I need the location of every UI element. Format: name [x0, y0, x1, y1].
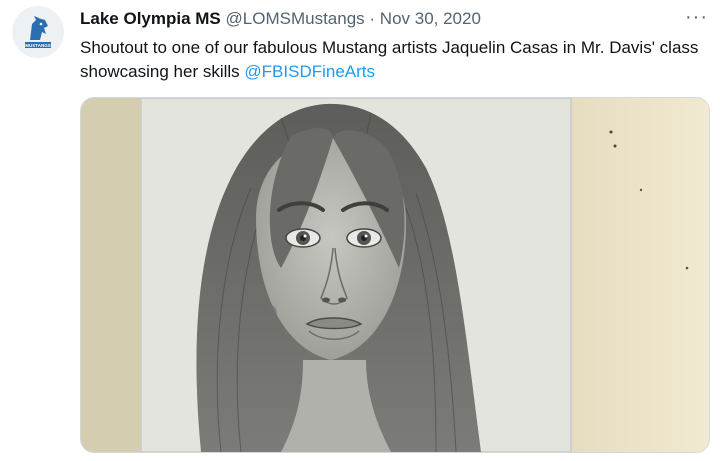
author-handle[interactable]: @LOMSMustangs	[226, 9, 365, 28]
pencil-portrait-drawing-icon	[81, 98, 709, 452]
tweet-body: Shoutout to one of our fabulous Mustang …	[80, 38, 699, 81]
mention-link[interactable]: @FBISDFineArts	[244, 62, 375, 81]
tweet-card[interactable]: MUSTANGS Lake Olympia MS @LOMSMustangs ·…	[0, 0, 720, 461]
tweet-text: Shoutout to one of our fabulous Mustang …	[80, 36, 704, 84]
author-name[interactable]: Lake Olympia MS	[80, 9, 221, 28]
media-image[interactable]	[80, 97, 710, 453]
header-separator: ·	[369, 9, 376, 28]
more-options-icon[interactable]: ···	[685, 6, 708, 29]
tweet-header: Lake Olympia MS @LOMSMustangs · Nov 30, …	[80, 8, 680, 30]
tweet-date[interactable]: Nov 30, 2020	[380, 9, 481, 28]
avatar[interactable]: MUSTANGS	[12, 6, 64, 58]
mustang-logo-icon: MUSTANGS	[12, 6, 64, 58]
avatar-logo-text: MUSTANGS	[25, 43, 50, 48]
